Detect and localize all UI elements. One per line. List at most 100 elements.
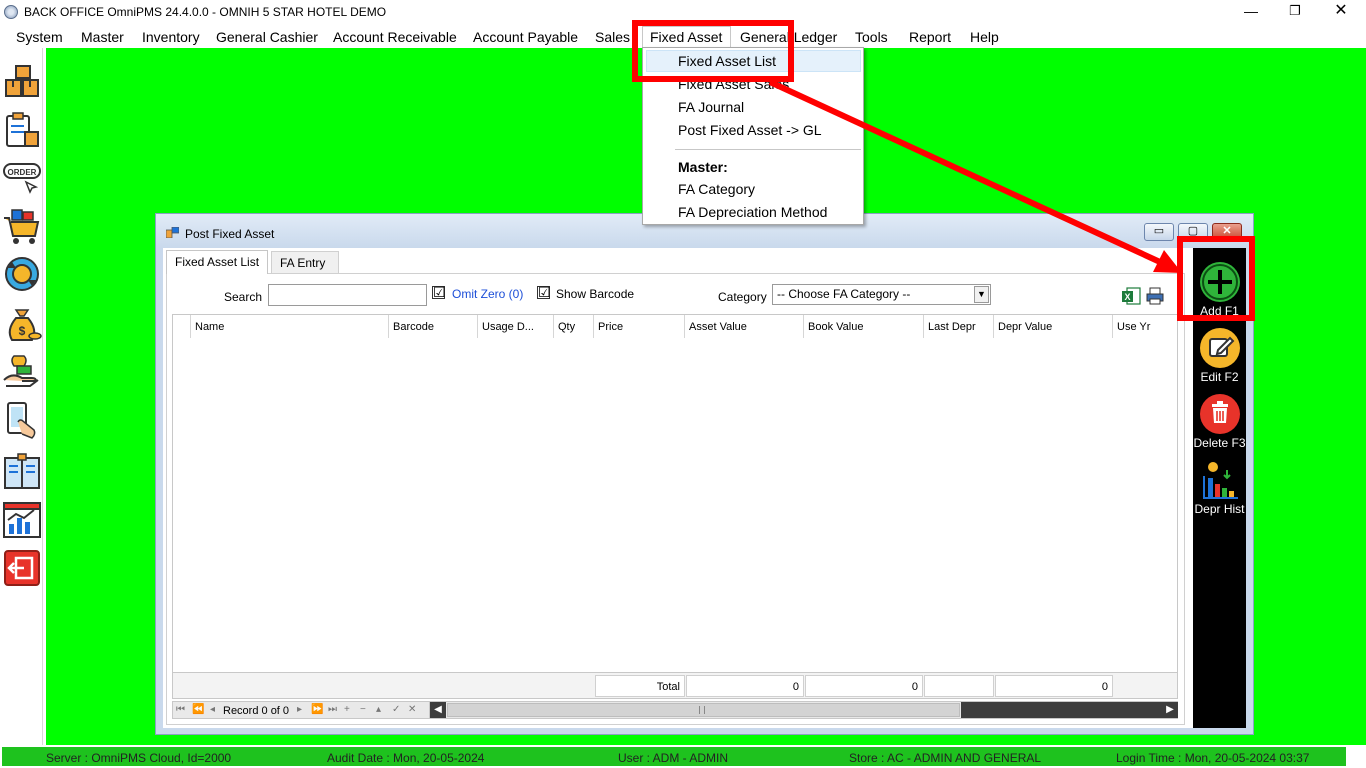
omit-zero-label[interactable]: Omit Zero (0) xyxy=(452,287,523,301)
status-user: User : ADM - ADMIN xyxy=(618,751,729,765)
window-title: BACK OFFICE OmniPMS 24.4.0.0 - OMNIH 5 S… xyxy=(24,5,387,19)
delete-button[interactable]: Delete F3 xyxy=(1193,394,1246,456)
book-value-total: 0 xyxy=(805,675,923,697)
trash-icon xyxy=(1200,394,1240,434)
column-header-use-yr[interactable]: Use Yr xyxy=(1113,315,1177,338)
window-app-icon xyxy=(166,227,179,238)
last-depr-total xyxy=(924,675,994,697)
menu-sales[interactable]: Sales xyxy=(595,29,630,45)
edit-button-label: Edit F2 xyxy=(1200,370,1239,384)
column-header-usage-date[interactable]: Usage D... xyxy=(478,315,554,338)
nav-prev-page-icon[interactable]: ⏪ xyxy=(192,704,204,715)
menu-account-receivable[interactable]: Account Receivable xyxy=(333,29,457,45)
menu-fixed-asset[interactable]: Fixed Asset xyxy=(650,29,722,45)
status-bar: Server : OmniPMS Cloud, Id=2000 Audit Da… xyxy=(0,745,1366,768)
scroll-left-icon[interactable]: ◀ xyxy=(430,702,446,718)
menu-inventory[interactable]: Inventory xyxy=(142,29,200,45)
show-barcode-check-mark: ☑ xyxy=(538,284,551,300)
grid-body[interactable] xyxy=(172,338,1178,672)
menu-system[interactable]: System xyxy=(16,29,63,45)
column-header-price[interactable]: Price xyxy=(594,315,685,338)
edit-button[interactable]: Edit F2 xyxy=(1193,328,1246,390)
status-audit-date: Audit Date : Mon, 20-05-2024 xyxy=(327,751,485,765)
scroll-track[interactable] xyxy=(961,702,1162,718)
column-header-last-depr[interactable]: Last Depr xyxy=(924,315,994,338)
column-header-book-value[interactable]: Book Value xyxy=(804,315,924,338)
status-server: Server : OmniPMS Cloud, Id=2000 xyxy=(46,751,232,765)
menu-item-fa-journal[interactable]: FA Journal xyxy=(678,99,744,115)
nav-save-icon[interactable]: ✓ xyxy=(392,704,400,715)
order-label: ORDER xyxy=(8,168,37,177)
scroll-thumb[interactable] xyxy=(447,703,960,717)
svg-text:X: X xyxy=(1124,292,1130,302)
tab-fa-entry[interactable]: FA Entry xyxy=(271,251,339,274)
nav-add-icon[interactable]: + xyxy=(344,704,350,715)
sidebar: ORDER $ xyxy=(0,48,43,745)
category-select[interactable]: -- Choose FA Category -- ▼ xyxy=(772,284,991,305)
column-header-qty[interactable]: Qty xyxy=(554,315,594,338)
chart-icon[interactable] xyxy=(2,500,42,540)
menu-item-fa-category[interactable]: FA Category xyxy=(678,181,755,197)
show-barcode-checkbox[interactable]: ☑ xyxy=(537,284,551,300)
ledger-icon[interactable] xyxy=(2,452,42,492)
phone-touch-icon[interactable] xyxy=(2,400,42,440)
nav-last-icon[interactable]: ⏭ xyxy=(328,704,337,715)
restore-button[interactable]: ❐ xyxy=(1272,0,1318,24)
nav-first-icon[interactable]: ⏮ xyxy=(176,704,185,715)
nav-next-page-icon[interactable]: ⏩ xyxy=(311,704,323,715)
row-selector-header xyxy=(173,315,191,338)
menu-tools[interactable]: Tools xyxy=(855,29,888,45)
menu-help[interactable]: Help xyxy=(970,29,999,45)
exit-icon[interactable] xyxy=(2,548,42,588)
child-minimize-button[interactable]: ▭ xyxy=(1144,223,1174,241)
menu-item-post-fixed-asset-gl[interactable]: Post Fixed Asset -> GL xyxy=(678,122,822,138)
boxes-icon[interactable] xyxy=(2,62,42,102)
post-fixed-asset-window: Post Fixed Asset ▭ ▢ ✕ Fixed Asset List … xyxy=(155,213,1254,735)
money-bag-icon[interactable]: $ xyxy=(2,304,42,344)
tab-fixed-asset-list[interactable]: Fixed Asset List xyxy=(166,250,269,274)
sync-icon[interactable] xyxy=(2,254,42,294)
menu-account-payable[interactable]: Account Payable xyxy=(473,29,578,45)
search-input[interactable] xyxy=(268,284,427,306)
clipboard-icon[interactable] xyxy=(2,110,42,150)
nav-prev-icon[interactable]: ◂ xyxy=(210,704,215,715)
app-icon xyxy=(4,5,18,19)
status-login-time: Login Time : Mon, 20-05-2024 03:37 xyxy=(1116,751,1310,765)
menu-general-cashier[interactable]: General Cashier xyxy=(216,29,318,45)
minimize-button[interactable]: — xyxy=(1228,0,1274,24)
total-label: Total xyxy=(595,675,685,697)
column-header-depr-value[interactable]: Depr Value xyxy=(994,315,1113,338)
nav-remove-icon[interactable]: − xyxy=(360,704,366,715)
nav-next-icon[interactable]: ▸ xyxy=(297,704,302,715)
record-count: Record 0 of 0 xyxy=(223,705,290,717)
depr-history-label: Depr Hist xyxy=(1194,502,1245,516)
chevron-down-icon[interactable]: ▼ xyxy=(974,286,989,303)
scroll-right-icon[interactable]: ▶ xyxy=(1162,702,1178,718)
status-bar-inner: Server : OmniPMS Cloud, Id=2000 Audit Da… xyxy=(2,747,1346,766)
horizontal-scrollbar[interactable]: ◀ ▶ xyxy=(429,701,1178,719)
order-icon[interactable]: ORDER xyxy=(2,158,42,198)
menu-master[interactable]: Master xyxy=(81,29,124,45)
scroll-grip xyxy=(699,706,705,714)
menu-separator xyxy=(675,149,861,150)
depr-history-button[interactable]: Depr Hist xyxy=(1193,460,1246,522)
search-label: Search xyxy=(224,290,263,304)
menu-report[interactable]: Report xyxy=(909,29,951,45)
omit-zero-check-mark: ☑ xyxy=(433,284,446,300)
depreciation-chart-icon xyxy=(1200,460,1240,500)
asset-value-total: 0 xyxy=(686,675,804,697)
print-icon[interactable] xyxy=(1145,286,1165,306)
hand-money-icon[interactable] xyxy=(2,352,42,392)
menu-item-fa-depreciation-method[interactable]: FA Depreciation Method xyxy=(678,204,827,220)
show-barcode-label[interactable]: Show Barcode xyxy=(556,287,634,301)
column-header-name[interactable]: Name xyxy=(191,315,389,338)
column-header-barcode[interactable]: Barcode xyxy=(389,315,478,338)
cart-icon[interactable] xyxy=(2,206,42,246)
nav-cancel-icon[interactable]: ✕ xyxy=(408,704,416,715)
excel-export-icon[interactable]: X xyxy=(1121,286,1141,306)
child-window-title: Post Fixed Asset xyxy=(185,227,275,241)
omit-zero-checkbox[interactable]: ☑ xyxy=(432,284,446,300)
nav-edit-icon[interactable]: ▴ xyxy=(376,704,381,715)
column-header-asset-value[interactable]: Asset Value xyxy=(685,315,804,338)
close-button[interactable]: ✕ xyxy=(1318,0,1364,24)
